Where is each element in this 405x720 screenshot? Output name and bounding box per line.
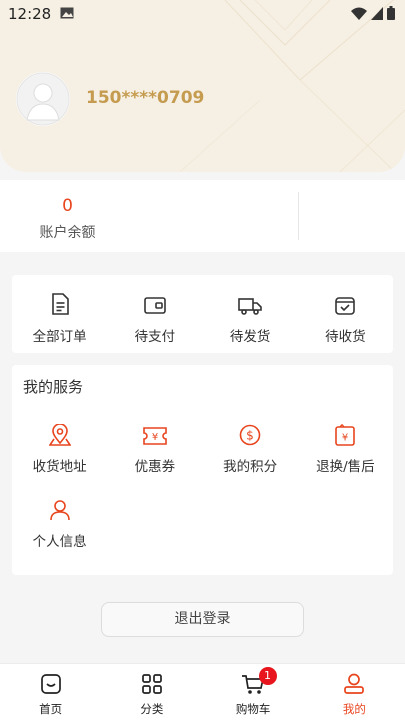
- divider: [298, 192, 299, 240]
- order-unshipped-button[interactable]: 待发货: [203, 275, 298, 345]
- user-phone[interactable]: 150****0709: [86, 88, 204, 108]
- tab-label: 首页: [39, 702, 63, 716]
- wifi-icon: [351, 7, 367, 20]
- order-unpaid-button[interactable]: 待支付: [107, 275, 202, 345]
- tab-label: 我的: [342, 702, 366, 716]
- tab-label: 分类: [140, 702, 164, 716]
- order-all-button[interactable]: 全部订单: [12, 275, 107, 345]
- tab-cart[interactable]: 1 购物车: [203, 664, 304, 720]
- tab-home[interactable]: 首页: [0, 664, 101, 720]
- tab-label: 购物车: [235, 702, 271, 716]
- tab-category[interactable]: 分类: [101, 664, 202, 720]
- truck-icon: [238, 298, 262, 315]
- points-icon: $: [239, 424, 261, 446]
- home-icon: [40, 674, 61, 694]
- tab-mine[interactable]: 我的: [304, 664, 405, 720]
- image-notification-icon: [60, 7, 74, 19]
- services-title: 我的服务: [23, 378, 84, 396]
- service-label: 我的积分: [223, 459, 278, 475]
- wallet-icon: [144, 297, 166, 314]
- order-label: 待支付: [134, 329, 176, 345]
- service-coupon-button[interactable]: ¥ 优惠券: [107, 420, 202, 475]
- balance-section: 0 账户余额: [0, 180, 405, 252]
- order-card: 全部订单 待支付 待发货 待收货: [12, 275, 393, 353]
- service-points-button[interactable]: $ 我的积分: [203, 420, 298, 475]
- services-card: 我的服务 收货地址 ¥ 优惠券 $ 我的积分 ¥ 退换/售后 个人信息: [12, 365, 393, 575]
- order-list-icon: [51, 293, 69, 315]
- order-label: 待发货: [229, 329, 271, 345]
- service-label: 个人信息: [32, 534, 87, 550]
- cart-badge: 1: [258, 667, 277, 685]
- service-profile-button[interactable]: 个人信息: [12, 495, 107, 550]
- category-icon: [142, 674, 162, 694]
- service-label: 收货地址: [32, 459, 87, 475]
- person-icon: [49, 500, 70, 521]
- order-unreceived-button[interactable]: 待收货: [298, 275, 393, 345]
- map-pin-icon: [48, 424, 71, 446]
- balance-label[interactable]: 账户余额: [0, 222, 135, 242]
- service-label: 退换/售后: [316, 459, 375, 475]
- package-check-icon: [335, 297, 356, 315]
- service-return-button[interactable]: ¥ 退换/售后: [298, 420, 393, 475]
- battery-icon: [387, 6, 395, 20]
- bottom-tab-bar: 首页 分类 1 购物车 我的: [0, 663, 405, 720]
- coupon-icon: ¥: [143, 427, 167, 445]
- svg-text:¥: ¥: [342, 433, 348, 444]
- default-avatar-icon: [16, 72, 70, 126]
- balance-value[interactable]: 0: [0, 196, 135, 216]
- svg-text:¥: ¥: [152, 432, 158, 443]
- svg-text:$: $: [246, 429, 254, 443]
- return-icon: ¥: [335, 424, 356, 446]
- avatar[interactable]: [16, 72, 70, 126]
- order-label: 待收货: [325, 329, 366, 345]
- order-label: 全部订单: [32, 329, 87, 345]
- service-address-button[interactable]: 收货地址: [12, 420, 107, 475]
- signal-icon: [371, 6, 383, 20]
- service-label: 优惠券: [134, 459, 176, 475]
- status-time: 12:28: [8, 5, 52, 23]
- logout-button[interactable]: 退出登录: [101, 602, 304, 637]
- status-bar: 12:28: [0, 0, 405, 28]
- user-icon: [344, 673, 365, 694]
